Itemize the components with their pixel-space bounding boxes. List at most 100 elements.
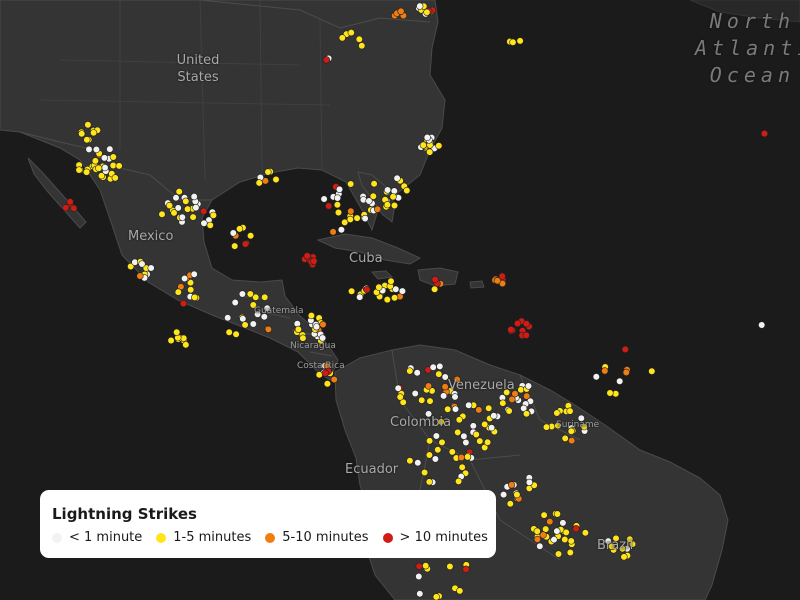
lightning-strike-marker bbox=[182, 341, 190, 349]
legend-item-1-5-minutes: 1-5 minutes bbox=[156, 530, 251, 545]
lightning-strike-marker bbox=[383, 296, 391, 304]
lightning-strike-marker bbox=[436, 362, 444, 371]
lightning-strike-marker bbox=[431, 285, 439, 293]
jamaica bbox=[370, 270, 394, 280]
label-suriname: Suriname bbox=[556, 420, 600, 430]
lightning-strike-marker bbox=[464, 453, 472, 461]
lightning-strike-marker bbox=[115, 162, 123, 170]
lightning-strike-marker bbox=[358, 42, 366, 50]
lightning-strike-marker bbox=[374, 205, 382, 213]
label-venezuela: Venezuela bbox=[448, 378, 515, 393]
lightning-strike-marker bbox=[540, 511, 548, 519]
lightning-strike-marker bbox=[429, 363, 437, 371]
lightning-strike-marker bbox=[421, 468, 429, 477]
lightning-strike-marker bbox=[323, 380, 332, 388]
lightning-strike-marker bbox=[174, 288, 182, 296]
lightning-strike-marker bbox=[513, 491, 521, 499]
lightning-strike-marker bbox=[338, 34, 346, 42]
lightning-strike-marker bbox=[315, 371, 323, 379]
lightning-strike-marker bbox=[136, 272, 144, 280]
lightning-strike-marker bbox=[333, 194, 342, 202]
lightning-strike-marker bbox=[101, 164, 109, 172]
legend-title: Lightning Strikes bbox=[52, 505, 197, 523]
lightning-strike-marker bbox=[165, 201, 174, 210]
lightning-strike-marker bbox=[355, 35, 363, 43]
lightning-strike-marker bbox=[206, 221, 214, 229]
lightning-strike-marker bbox=[303, 252, 311, 260]
label-united-states: United States bbox=[176, 53, 220, 85]
lightning-strike-marker bbox=[181, 274, 189, 283]
lightning-strike-marker bbox=[70, 204, 78, 212]
lightning-strike-marker bbox=[247, 232, 255, 240]
lightning-strike-marker bbox=[522, 410, 531, 418]
lightning-strike-marker bbox=[365, 197, 373, 205]
lightning-strike-marker bbox=[423, 8, 431, 16]
lightning-strike-marker bbox=[179, 299, 188, 308]
lightning-strike-marker bbox=[581, 529, 590, 537]
lightning-strike-marker bbox=[561, 434, 569, 443]
lightning-strike-marker bbox=[173, 328, 181, 336]
lightning-strike-marker bbox=[62, 204, 70, 212]
lightning-strike-marker bbox=[403, 186, 411, 195]
lightning-strike-marker bbox=[506, 500, 514, 508]
lightning-strike-marker bbox=[622, 368, 630, 377]
lightning-strike-marker bbox=[333, 201, 342, 209]
lightning-strike-marker bbox=[200, 207, 208, 215]
lightning-strike-marker bbox=[415, 572, 423, 581]
lightning-strike-marker bbox=[335, 185, 344, 193]
lightning-strike-marker bbox=[347, 180, 355, 188]
lightning-strike-marker bbox=[261, 293, 269, 301]
label-brazil: Brazil bbox=[597, 538, 634, 553]
lightning-strike-marker bbox=[438, 438, 446, 447]
lightning-strike-marker bbox=[249, 320, 257, 328]
lightning-strike-marker bbox=[192, 204, 200, 212]
lightning-strike-marker bbox=[490, 412, 498, 420]
lightning-strike-marker bbox=[455, 477, 463, 486]
lightning-strike-marker bbox=[621, 345, 629, 354]
map-view[interactable]: United States Mexico Cuba Guatemala Nica… bbox=[0, 0, 800, 600]
lightning-strike-marker bbox=[175, 188, 183, 196]
lightning-strike-marker bbox=[416, 2, 424, 10]
lightning-strike-marker bbox=[255, 179, 263, 187]
lightning-strike-marker bbox=[85, 145, 93, 153]
lightning-strike-marker bbox=[384, 186, 392, 194]
lightning-strike-marker bbox=[553, 409, 561, 417]
lightning-strike-marker bbox=[84, 121, 92, 129]
lightning-strike-marker bbox=[426, 397, 434, 405]
lightning-strike-marker bbox=[416, 590, 424, 598]
lightning-strike-marker bbox=[398, 287, 407, 295]
lightning-strike-marker bbox=[524, 382, 533, 390]
lightning-strike-marker bbox=[465, 401, 473, 409]
label-north-atlantic-ocean: North Atlantic Ocean bbox=[695, 9, 800, 87]
lightning-strike-marker bbox=[432, 593, 440, 600]
lightning-strike-marker bbox=[469, 422, 477, 430]
lightning-strike-marker bbox=[539, 531, 547, 539]
lightning-strike-marker bbox=[554, 550, 563, 558]
lightning-strike-marker bbox=[509, 38, 517, 46]
lightning-strike-marker bbox=[516, 37, 524, 45]
lightning-strike-marker bbox=[456, 587, 464, 595]
lightning-strike-marker bbox=[425, 478, 433, 486]
lightning-strike-marker bbox=[147, 264, 155, 272]
lightning-strike-marker bbox=[426, 437, 434, 445]
lightning-strike-marker bbox=[648, 367, 656, 375]
lightning-strike-marker bbox=[167, 336, 175, 345]
lightning-strike-marker bbox=[109, 161, 117, 170]
lightning-strike-marker bbox=[550, 535, 558, 544]
lightning-strike-marker bbox=[232, 330, 240, 338]
lightning-strike-marker bbox=[189, 213, 197, 221]
lightning-strike-marker bbox=[337, 226, 346, 234]
lightning-strike-marker bbox=[432, 432, 441, 440]
lightning-strike-marker bbox=[356, 293, 364, 301]
lightning-strike-marker bbox=[231, 298, 239, 307]
lightning-strike-marker bbox=[325, 202, 333, 210]
lightning-strike-marker bbox=[231, 242, 239, 250]
lightning-strike-marker bbox=[390, 201, 399, 210]
lightning-strike-marker bbox=[406, 457, 414, 465]
label-costa-rica: Costa Rica bbox=[297, 361, 345, 371]
lightning-strike-marker bbox=[172, 194, 180, 202]
lightning-strike-marker bbox=[553, 527, 561, 535]
lightning-strike-marker bbox=[546, 517, 554, 526]
lightning-strike-marker bbox=[559, 519, 567, 527]
lightning-strike-marker bbox=[111, 174, 119, 182]
